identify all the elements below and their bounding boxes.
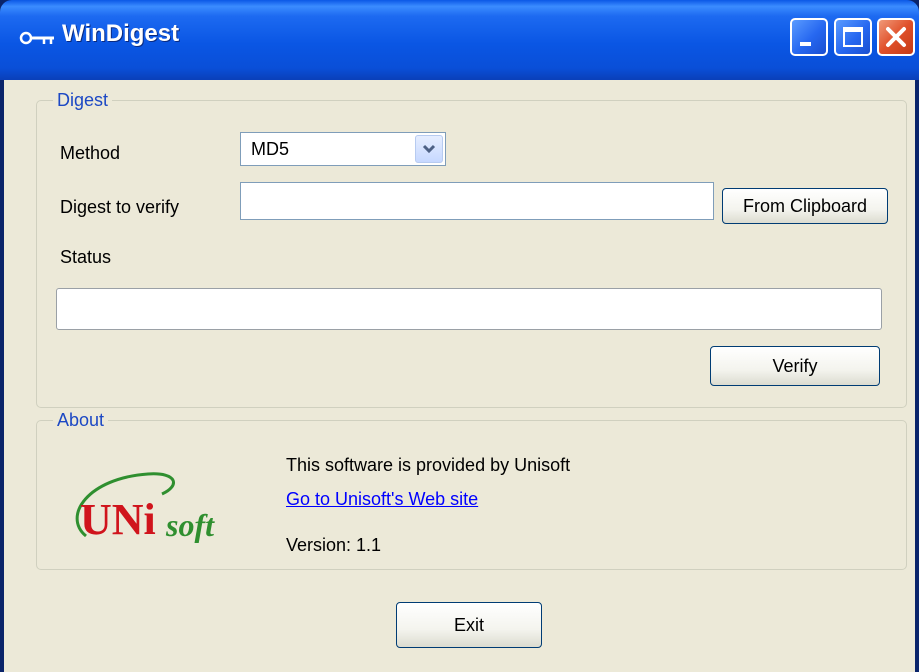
status-field (56, 288, 882, 330)
digest-group-legend: Digest (53, 89, 113, 111)
unisoft-logo: UNi soft (75, 472, 215, 544)
status-label: Status (60, 247, 112, 267)
digest-label: Digest to verify (60, 197, 180, 217)
from-clipboard-button[interactable]: From Clipboard (722, 188, 888, 224)
maximize-icon (843, 27, 863, 47)
chevron-down-icon (422, 144, 436, 154)
window-title: WinDigest (62, 20, 180, 47)
maximize-button[interactable] (834, 18, 872, 56)
method-value: MD5 (251, 139, 290, 159)
version-text: Version: 1.1 (286, 535, 382, 555)
client-area: Digest Method MD5 Digest to verify From … (4, 80, 915, 672)
verify-button[interactable]: Verify (710, 346, 880, 386)
exit-button[interactable]: Exit (396, 602, 542, 648)
method-select[interactable]: MD5 (240, 132, 446, 166)
method-label: Method (60, 143, 121, 163)
svg-text:UNi: UNi (80, 495, 156, 544)
digest-input[interactable] (240, 182, 714, 220)
provided-by-text: This software is provided by Unisoft (286, 455, 571, 475)
about-group-legend: About (53, 409, 109, 431)
title-bar[interactable]: WinDigest (0, 0, 919, 80)
close-button[interactable] (877, 18, 915, 56)
key-icon (19, 31, 54, 45)
website-link[interactable]: Go to Unisoft's Web site (286, 488, 478, 510)
minimize-button[interactable] (790, 18, 828, 56)
svg-text:soft: soft (165, 507, 215, 543)
close-icon (886, 27, 906, 47)
minimize-icon (800, 42, 811, 46)
dropdown-button[interactable] (415, 135, 443, 163)
app-window: WinDigest Digest Method MD5 Digest to ve… (0, 0, 919, 672)
